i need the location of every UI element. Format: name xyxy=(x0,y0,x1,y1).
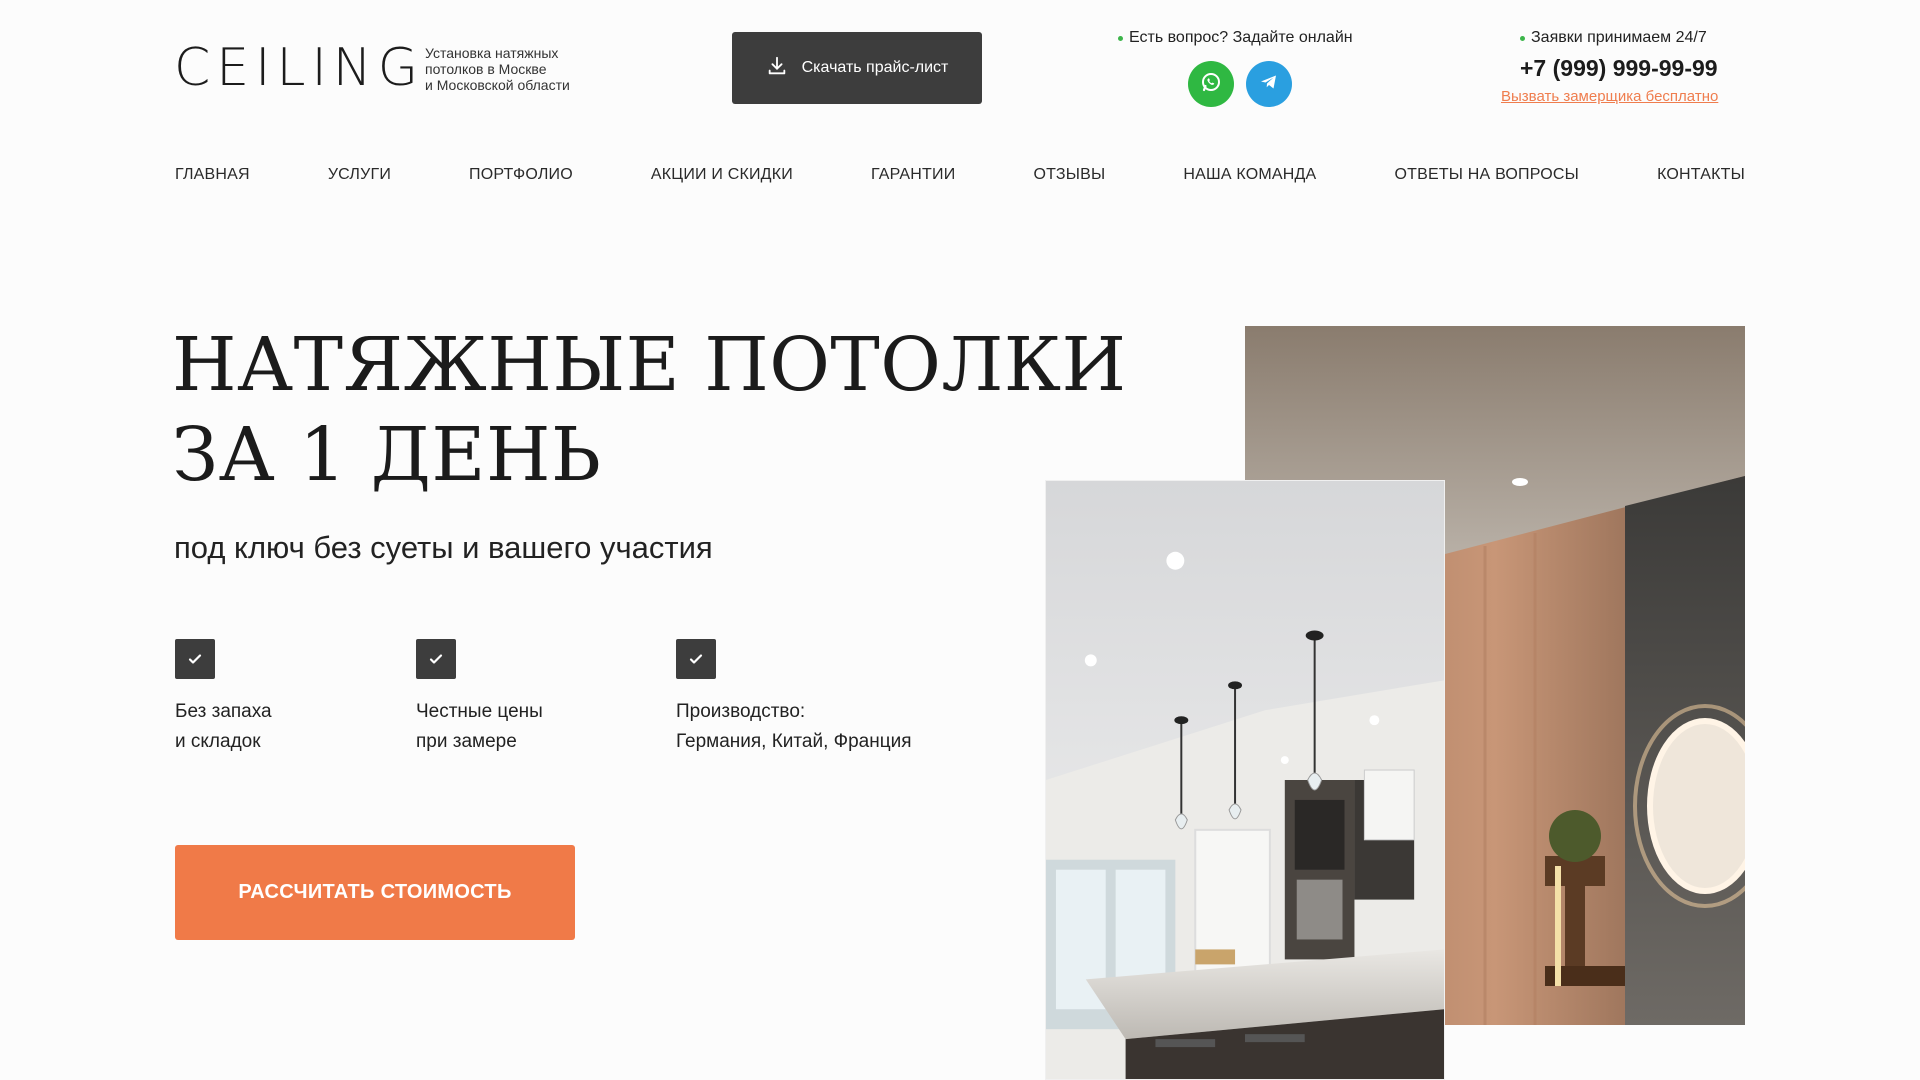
nav-item-guarantees[interactable]: ГАРАНТИИ xyxy=(871,166,955,184)
checkmark-icon xyxy=(676,639,716,679)
download-price-label: Скачать прайс-лист xyxy=(801,59,949,76)
main-nav: ГЛАВНАЯ УСЛУГИ ПОРТФОЛИО АКЦИИ И СКИДКИ … xyxy=(175,166,1745,184)
tagline-line: и Московской области xyxy=(425,77,570,93)
whatsapp-button[interactable] xyxy=(1188,61,1234,107)
download-icon xyxy=(766,55,788,82)
feature-production: Производство: Германия, Китай, Франция xyxy=(676,639,912,757)
site-tagline: Установка натяжных потолков в Москве и М… xyxy=(425,45,605,93)
feature-text: Германия, Китай, Франция xyxy=(676,731,912,752)
nav-item-reviews[interactable]: ОТЗЫВЫ xyxy=(1033,166,1105,184)
feature-no-smell: Без запаха и складок xyxy=(175,639,272,757)
telegram-button[interactable] xyxy=(1246,61,1292,107)
checkmark-icon xyxy=(175,639,215,679)
tagline-line: потолков в Москве xyxy=(425,61,547,77)
hero-subtitle: под ключ без суеты и вашего участия xyxy=(174,530,713,565)
feature-text: и складок xyxy=(175,731,261,752)
feature-text: Честные цены xyxy=(416,701,543,722)
site-logo[interactable]: CEILING xyxy=(174,38,424,98)
hero-title-line: НАТЯЖНЫЕ ПОТОЛКИ xyxy=(172,322,1127,408)
checkmark-icon xyxy=(416,639,456,679)
nav-item-portfolio[interactable]: ПОРТФОЛИО xyxy=(469,166,573,184)
question-text: Есть вопрос? Задайте онлайн xyxy=(1129,29,1353,46)
telegram-icon xyxy=(1257,70,1281,99)
whatsapp-icon xyxy=(1199,70,1223,99)
download-price-button[interactable]: Скачать прайс-лист xyxy=(732,32,982,104)
interior-photo-kitchen xyxy=(1045,480,1445,1080)
nav-item-home[interactable]: ГЛАВНАЯ xyxy=(175,166,250,184)
online-dot-icon xyxy=(1118,35,1123,41)
hero-title: НАТЯЖНЫЕ ПОТОЛКИ ЗА 1 ДЕНЬ xyxy=(172,320,1127,500)
feature-text: при замере xyxy=(416,731,517,752)
calculate-cost-button[interactable]: РАССЧИТАТЬ СТОИМОСТЬ xyxy=(175,845,575,940)
call-measurer-link[interactable]: Вызвать замерщика бесплатно xyxy=(1501,88,1718,105)
nav-item-contacts[interactable]: КОНТАКТЫ xyxy=(1657,166,1745,184)
tagline-line: Установка натяжных xyxy=(425,45,559,61)
feature-text: Без запаха xyxy=(175,701,272,722)
online-question-label: Есть вопрос? Задайте онлайн xyxy=(1118,29,1353,47)
phone-number[interactable]: +7 (999) 999-99-99 xyxy=(1520,55,1718,82)
feature-fair-prices: Честные цены при замере xyxy=(416,639,543,757)
hero-title-line: ЗА 1 ДЕНЬ xyxy=(172,412,602,498)
landing-page: CEILING Установка натяжных потолков в Мо… xyxy=(0,0,1920,1080)
nav-item-faq[interactable]: ОТВЕТЫ НА ВОПРОСЫ xyxy=(1394,166,1579,184)
nav-item-team[interactable]: НАША КОМАНДА xyxy=(1183,166,1316,184)
hours-text: Заявки принимаем 24/7 xyxy=(1531,29,1707,46)
nav-item-promotions[interactable]: АКЦИИ И СКИДКИ xyxy=(651,166,793,184)
feature-text: Производство: xyxy=(676,701,806,722)
online-dot-icon xyxy=(1520,35,1525,41)
nav-item-services[interactable]: УСЛУГИ xyxy=(328,166,391,184)
hours-label: Заявки принимаем 24/7 xyxy=(1520,29,1707,47)
